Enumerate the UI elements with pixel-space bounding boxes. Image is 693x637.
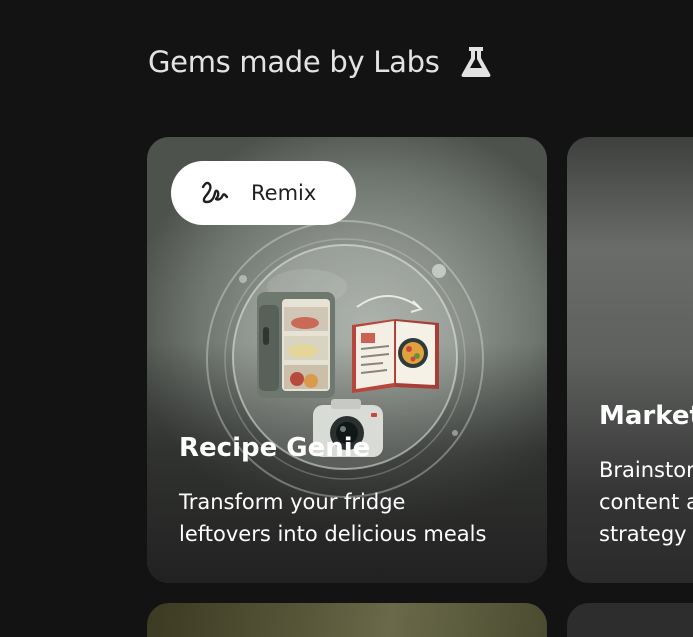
remix-squiggle-icon bbox=[199, 177, 231, 209]
card-description: Brainstor content a strategy bbox=[599, 454, 693, 550]
card-title: Market bbox=[599, 401, 693, 431]
gem-card-recipe-genie[interactable]: Remix Recipe Genie Transform your fridge… bbox=[147, 137, 547, 583]
card-description-line: Brainstor bbox=[599, 458, 693, 482]
section-title: Gems made by Labs bbox=[148, 45, 440, 79]
card-description-line: Transform your fridge bbox=[179, 490, 406, 514]
gem-card-marketing[interactable]: Market Brainstor content a strategy bbox=[567, 137, 693, 583]
flask-icon bbox=[458, 44, 494, 80]
remix-button[interactable]: Remix bbox=[171, 161, 356, 225]
gems-page: Gems made by Labs Remix Recipe Genie Tra… bbox=[0, 0, 693, 637]
section-header: Gems made by Labs bbox=[148, 44, 494, 80]
card-title: Recipe Genie bbox=[179, 433, 371, 463]
card-description-line: content a bbox=[599, 490, 693, 514]
card-description-line: leftovers into delicious meals bbox=[179, 522, 487, 546]
card-description: Transform your fridge leftovers into del… bbox=[179, 486, 486, 550]
gem-card-next-row[interactable] bbox=[567, 603, 693, 637]
remix-label: Remix bbox=[251, 181, 317, 205]
card-description-line: strategy bbox=[599, 522, 687, 546]
gem-card-next-row[interactable] bbox=[147, 603, 547, 637]
